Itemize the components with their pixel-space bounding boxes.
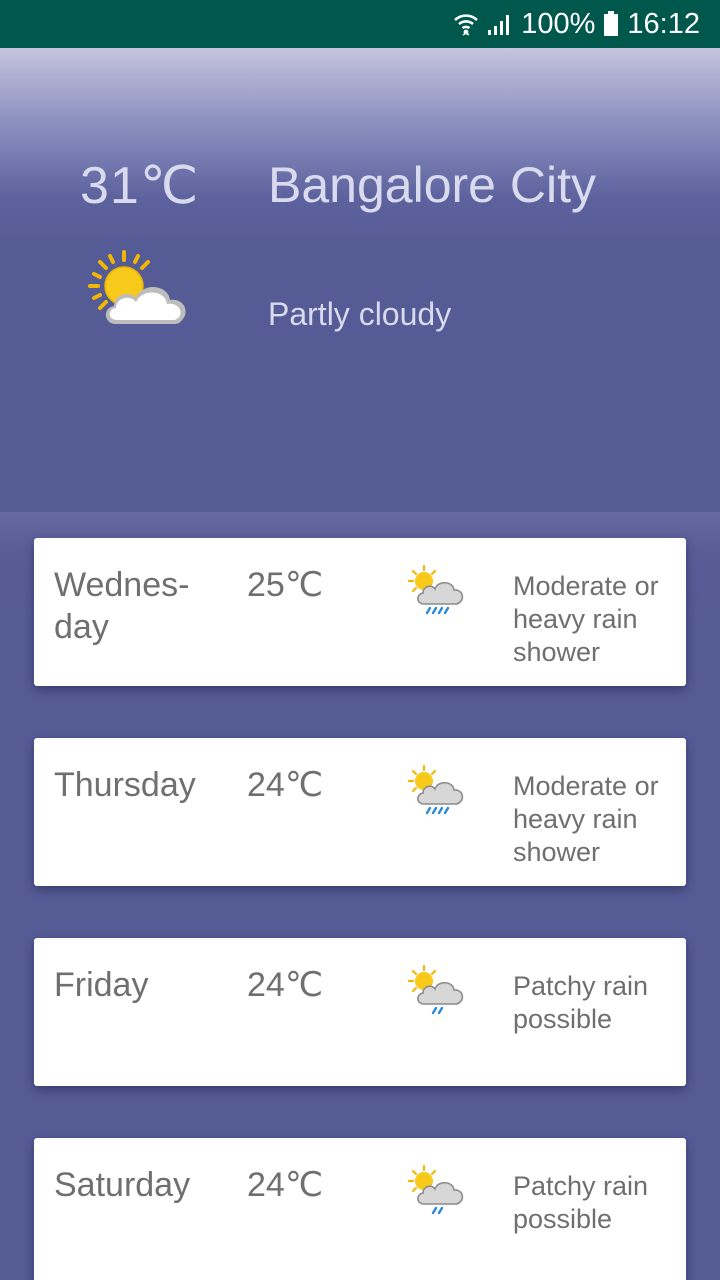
- current-temperature: 31℃: [80, 157, 200, 215]
- forecast-day: Saturday: [54, 1166, 191, 1204]
- forecast-card[interactable]: Thursday 24℃ Moderate or heavy rain show…: [34, 738, 686, 886]
- forecast-temperature: 24℃: [247, 766, 324, 804]
- partly-cloudy-icon: [86, 248, 198, 336]
- forecast-card[interactable]: Saturday 24℃ Patchy rain possible: [34, 1138, 686, 1280]
- forecast-day: Friday: [54, 966, 149, 1004]
- signal-icon: [487, 12, 513, 36]
- current-weather-header: 31℃ Bangalore City Partly cloudy: [0, 48, 720, 512]
- battery-icon: [603, 11, 619, 37]
- status-bar: 100% 16:12: [0, 0, 720, 48]
- forecast-day: Thursday: [54, 766, 196, 804]
- forecast-temperature: 25℃: [247, 566, 324, 604]
- city-name: Bangalore City: [268, 157, 596, 213]
- forecast-day: Wednes- day: [54, 566, 190, 646]
- forecast-condition: Moderate or heavy rain shower: [513, 771, 659, 867]
- sun-cloud-rain-icon: [407, 764, 466, 822]
- battery-percent: 100%: [521, 7, 596, 40]
- current-condition: Partly cloudy: [268, 296, 452, 332]
- sun-cloud-rain-icon: [407, 564, 466, 622]
- weather-screen: 100% 16:12 31℃ Bangalore City Partly clo…: [0, 0, 720, 1280]
- wifi-icon: [453, 11, 479, 37]
- forecast-condition: Patchy rain possible: [513, 1171, 649, 1234]
- forecast-list[interactable]: Wednes- day 25℃ Moderate or heavy rain s…: [0, 512, 720, 1280]
- forecast-condition: Moderate or heavy rain shower: [513, 571, 659, 667]
- forecast-temperature: 24℃: [247, 966, 324, 1004]
- forecast-card[interactable]: Friday 24℃ Patchy rain possible: [34, 938, 686, 1086]
- sun-cloud-light-rain-icon: [407, 964, 466, 1022]
- forecast-condition: Patchy rain possible: [513, 971, 649, 1034]
- sun-cloud-light-rain-icon: [407, 1164, 466, 1222]
- clock: 16:12: [627, 7, 700, 40]
- forecast-card[interactable]: Wednes- day 25℃ Moderate or heavy rain s…: [34, 538, 686, 686]
- forecast-temperature: 24℃: [247, 1166, 324, 1204]
